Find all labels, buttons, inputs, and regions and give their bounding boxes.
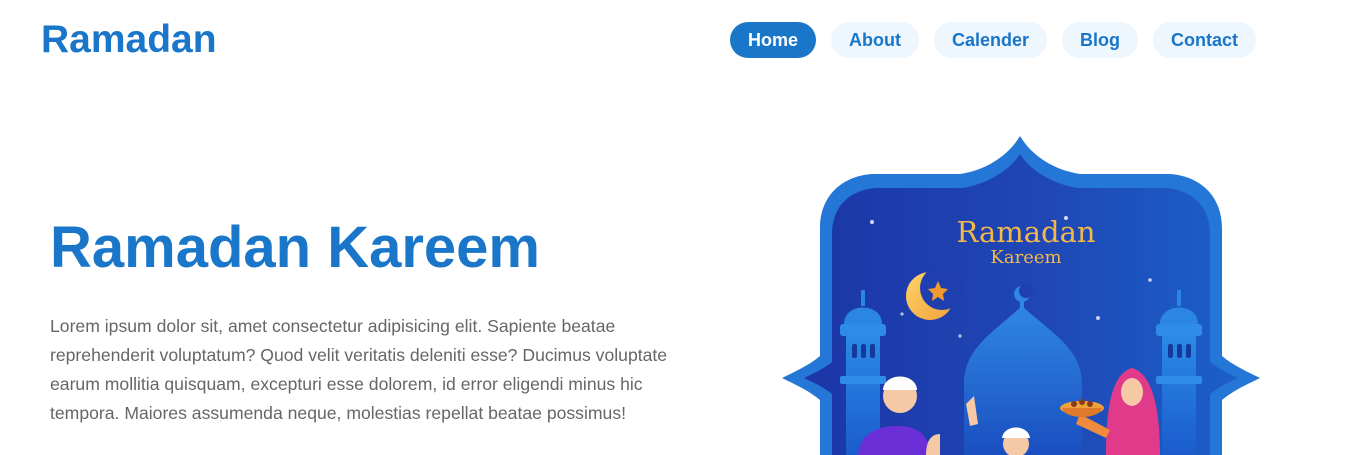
main-nav: Home About Calender Blog Contact	[730, 22, 1257, 58]
page: Ramadan Home About Calender Blog Contact…	[0, 0, 1351, 455]
nav-link-about[interactable]: About	[831, 22, 919, 58]
site-logo[interactable]: Ramadan	[41, 17, 217, 63]
illustration-svg: Ramadan Kareem	[782, 136, 1260, 455]
nav-item-blog: Blog	[1062, 22, 1139, 58]
nav-link-contact[interactable]: Contact	[1153, 22, 1257, 58]
illustration-title-ramadan: Ramadan	[956, 215, 1095, 249]
nav-link-blog[interactable]: Blog	[1062, 22, 1139, 58]
nav-link-calender[interactable]: Calender	[934, 22, 1048, 58]
nav-item-contact: Contact	[1153, 22, 1257, 58]
nav-link-home[interactable]: Home	[730, 22, 817, 58]
nav-item-calender: Calender	[934, 22, 1048, 58]
illustration-title-kareem: Kareem	[990, 247, 1061, 268]
nav-item-about: About	[831, 22, 919, 58]
hero-title: Ramadan Kareem	[50, 215, 540, 280]
right-minaret	[1156, 290, 1202, 455]
ramadan-illustration: Ramadan Kareem	[780, 134, 1262, 455]
nav-item-home: Home	[730, 22, 817, 58]
hero-description: Lorem ipsum dolor sit, amet consectetur …	[50, 316, 668, 423]
